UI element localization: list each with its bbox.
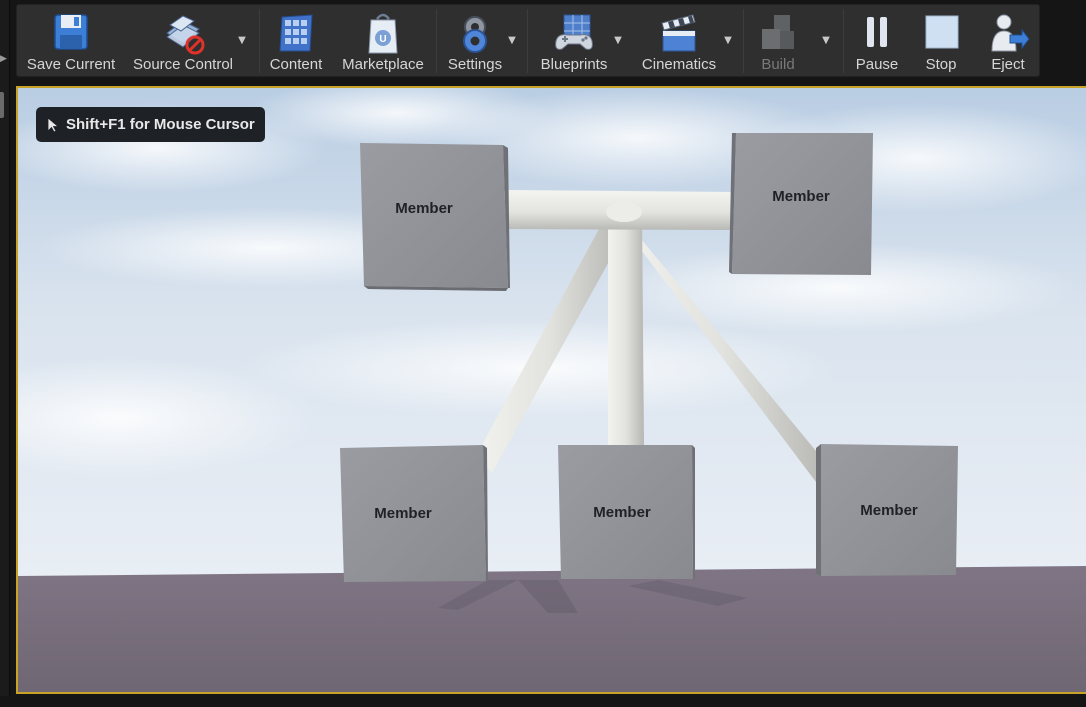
toolbar-separator xyxy=(843,9,844,73)
toolbar-separator xyxy=(436,9,437,73)
marketplace-icon: U xyxy=(368,13,398,54)
blueprints-label: Blueprints xyxy=(540,56,608,73)
eject-icon xyxy=(991,14,1030,52)
game-viewport[interactable]: Member Member Member Member Member Shift… xyxy=(16,86,1086,694)
panel-tab-marker[interactable] xyxy=(0,92,4,118)
cinematics-label: Cinematics xyxy=(641,56,717,73)
marketplace-label: Marketplace xyxy=(342,56,424,73)
viewport-scene: Member Member Member Member Member xyxy=(18,88,1086,692)
expand-arrow-icon[interactable]: ▶ xyxy=(0,54,7,64)
toolbar-separator xyxy=(259,9,260,73)
member-label: Member xyxy=(395,200,453,217)
build-dropdown-icon[interactable]: ▼ xyxy=(819,35,833,47)
settings-dropdown-icon[interactable]: ▼ xyxy=(505,35,519,47)
cinematics-button[interactable]: Cinematics xyxy=(637,5,721,78)
toolbar-separator xyxy=(743,9,744,73)
member-label: Member xyxy=(593,504,651,521)
stop-icon xyxy=(925,15,959,49)
source-control-label: Source Control xyxy=(132,56,234,73)
save-current-label: Save Current xyxy=(26,56,116,73)
level-editor-toolbar: Save Current Source Control ▼ Content U … xyxy=(16,4,1040,77)
marketplace-button[interactable]: U Marketplace xyxy=(337,5,429,78)
settings-icon xyxy=(463,16,487,53)
cinematics-icon xyxy=(661,14,696,52)
cursor-icon xyxy=(47,117,59,133)
blueprints-dropdown-icon[interactable]: ▼ xyxy=(611,35,625,47)
bottom-bar xyxy=(0,696,1086,707)
member-label: Member xyxy=(374,505,432,522)
eject-button[interactable]: Eject xyxy=(979,5,1037,78)
eject-label: Eject xyxy=(991,56,1025,73)
cinematics-dropdown-icon[interactable]: ▼ xyxy=(721,35,735,47)
blueprints-icon xyxy=(555,14,593,50)
left-panel-strip: ▶ xyxy=(0,0,10,707)
pause-label: Pause xyxy=(855,56,899,73)
member-label: Member xyxy=(772,188,830,205)
content-label: Content xyxy=(269,56,323,73)
source-control-button[interactable]: Source Control xyxy=(127,5,239,78)
save-icon xyxy=(54,14,88,50)
content-button[interactable]: Content xyxy=(263,5,329,78)
mouse-cursor-hint-text: Shift+F1 for Mouse Cursor xyxy=(66,116,255,133)
build-button[interactable]: Build xyxy=(749,5,807,78)
build-icon xyxy=(762,15,794,49)
toolbar-separator xyxy=(527,9,528,73)
source-control-icon xyxy=(166,15,205,55)
stop-label: Stop xyxy=(925,56,957,73)
svg-text:U: U xyxy=(379,34,386,45)
settings-label: Settings xyxy=(447,56,503,73)
settings-button[interactable]: Settings xyxy=(441,5,509,78)
source-control-dropdown-icon[interactable]: ▼ xyxy=(235,35,249,47)
stop-button[interactable]: Stop xyxy=(915,5,967,78)
content-icon xyxy=(279,14,313,52)
member-label: Member xyxy=(860,502,918,519)
mouse-cursor-hint: Shift+F1 for Mouse Cursor xyxy=(36,107,265,142)
blueprints-button[interactable]: Blueprints xyxy=(533,5,615,78)
build-label: Build xyxy=(761,56,795,73)
member-block[interactable] xyxy=(360,143,510,291)
pause-icon xyxy=(867,17,887,47)
save-current-button[interactable]: Save Current xyxy=(19,5,123,78)
pause-button[interactable]: Pause xyxy=(849,5,905,78)
